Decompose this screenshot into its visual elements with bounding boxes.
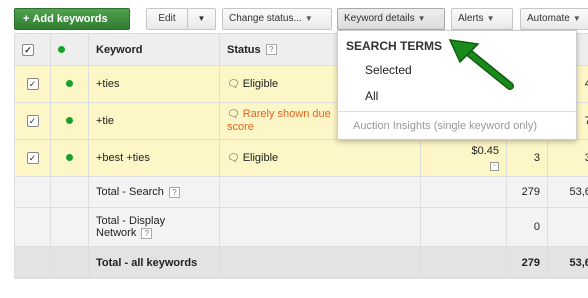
search-terms-heading: SEARCH TERMS (346, 39, 443, 53)
status-header-label: Status (227, 43, 261, 56)
total-search-row: Total - Search ? 279 53,60 (14, 176, 588, 208)
automate-button[interactable]: Automate ▼ (520, 8, 588, 30)
edit-label: Edit (158, 13, 176, 24)
total-all-clicks: 279 (506, 246, 548, 279)
state-header (50, 33, 89, 66)
bid-details-icon[interactable]: ▫ (490, 162, 499, 171)
alerts-label: Alerts (458, 13, 484, 24)
clicks-cell: 3 (506, 139, 548, 177)
total-display-clicks: 0 (506, 207, 548, 247)
row-checkbox[interactable]: ✓ (26, 115, 39, 127)
help-icon[interactable]: ? (265, 44, 277, 56)
impressions-cell: 37 (547, 139, 588, 177)
menu-divider (338, 111, 576, 112)
chevron-down-icon: ▼ (197, 14, 206, 23)
alerts-button[interactable]: Alerts ▼ (451, 8, 513, 30)
add-keywords-label: Add keywords (32, 13, 108, 25)
total-display-clicks-value: 0 (533, 221, 540, 233)
green-arrow-icon (448, 39, 514, 90)
status-text: Eligible (242, 152, 279, 164)
edit-dropdown-button[interactable]: ▼ (187, 8, 216, 30)
total-display-label-cell: Total - Display Network ? (88, 207, 220, 247)
chevron-down-icon: ▼ (486, 14, 495, 23)
total-all-label-cell: Total - all keywords (88, 246, 220, 279)
keyword-header-label: Keyword (96, 43, 143, 56)
row-select-cell: ✓ (14, 65, 51, 103)
total-display-row: Total - Display Network ? 0 (14, 207, 588, 247)
total-search-clicks: 279 (506, 176, 548, 208)
row-state-cell (50, 139, 89, 177)
row-select-cell: ✓ (14, 139, 51, 177)
select-all-checkbox[interactable]: ✓ (22, 43, 34, 56)
chevron-down-icon: ▼ (572, 14, 581, 23)
enabled-dot-icon[interactable] (66, 80, 73, 87)
help-icon[interactable]: ? (168, 186, 180, 198)
help-icon[interactable]: ? (141, 227, 153, 239)
row-checkbox[interactable]: ✓ (26, 78, 39, 90)
keyword-details-button[interactable]: Keyword details ▼ (337, 8, 445, 30)
keyword-text: +tie (96, 115, 115, 127)
total-search-impressions: 53,60 (547, 176, 588, 208)
status-cell: 🗨 Eligible (219, 139, 421, 177)
menu-item-auction-insights: Auction Insights (single keyword only) (353, 120, 538, 132)
enabled-dot-icon (58, 45, 65, 53)
speech-bubble-icon[interactable]: 🗨 (227, 153, 240, 164)
keyword-cell[interactable]: +best +ties (88, 139, 220, 177)
edit-button[interactable]: Edit (146, 8, 188, 30)
total-display-label-line1: Total - Display (96, 215, 166, 227)
keyword-cell[interactable]: +tie (88, 102, 220, 140)
total-all-label: Total - all keywords (96, 256, 198, 269)
total-search-label: Total - Search (96, 186, 164, 198)
select-all-cell: ✓ (14, 33, 51, 66)
menu-item-selected[interactable]: Selected (365, 63, 412, 77)
total-search-label-cell: Total - Search ? (88, 176, 220, 208)
chevron-down-icon: ▼ (417, 14, 426, 23)
keyword-cell[interactable]: +ties (88, 65, 220, 103)
clicks-value: 3 (533, 152, 540, 164)
speech-bubble-icon[interactable]: 🗨 (227, 108, 240, 121)
total-search-clicks-value: 279 (521, 186, 540, 198)
total-all-impressions-value: 53,60 (569, 256, 588, 269)
status-text-line2: score (227, 121, 254, 133)
chevron-down-icon: ▼ (304, 14, 313, 23)
speech-bubble-icon[interactable]: 🗨 (227, 79, 240, 90)
total-all-clicks-value: 279 (521, 256, 540, 269)
keyword-column-header[interactable]: Keyword (88, 33, 220, 66)
status-text: Eligible (242, 78, 279, 90)
bid-cell[interactable]: $0.45 ▫ (420, 139, 507, 177)
row-checkbox[interactable]: ✓ (26, 152, 39, 164)
total-all-row: Total - all keywords 279 53,60 (14, 246, 588, 279)
change-status-label: Change status... (229, 13, 302, 24)
plus-icon: + (23, 13, 30, 25)
table-row[interactable]: ✓ +best +ties 🗨Eligible $0.45 ▫ 3 37 (14, 139, 588, 177)
row-state-cell (50, 102, 89, 140)
change-status-button[interactable]: Change status... ▼ (222, 8, 332, 30)
keyword-text: +best +ties (96, 152, 150, 164)
automate-label: Automate (527, 13, 570, 24)
status-text-line1: Rarely shown due (242, 108, 331, 120)
enabled-dot-icon[interactable] (66, 154, 73, 161)
enabled-dot-icon[interactable] (66, 117, 73, 124)
total-display-label-line2: Network (96, 227, 137, 239)
row-select-cell: ✓ (14, 102, 51, 140)
keyword-text: +ties (96, 78, 120, 90)
keyword-details-label: Keyword details (344, 13, 415, 24)
add-keywords-button[interactable]: + Add keywords (14, 8, 130, 30)
total-search-impressions-value: 53,60 (569, 186, 588, 198)
total-all-impressions: 53,60 (547, 246, 588, 279)
bid-value: $0.45 (471, 145, 499, 157)
row-state-cell (50, 65, 89, 103)
menu-item-all[interactable]: All (365, 89, 378, 103)
